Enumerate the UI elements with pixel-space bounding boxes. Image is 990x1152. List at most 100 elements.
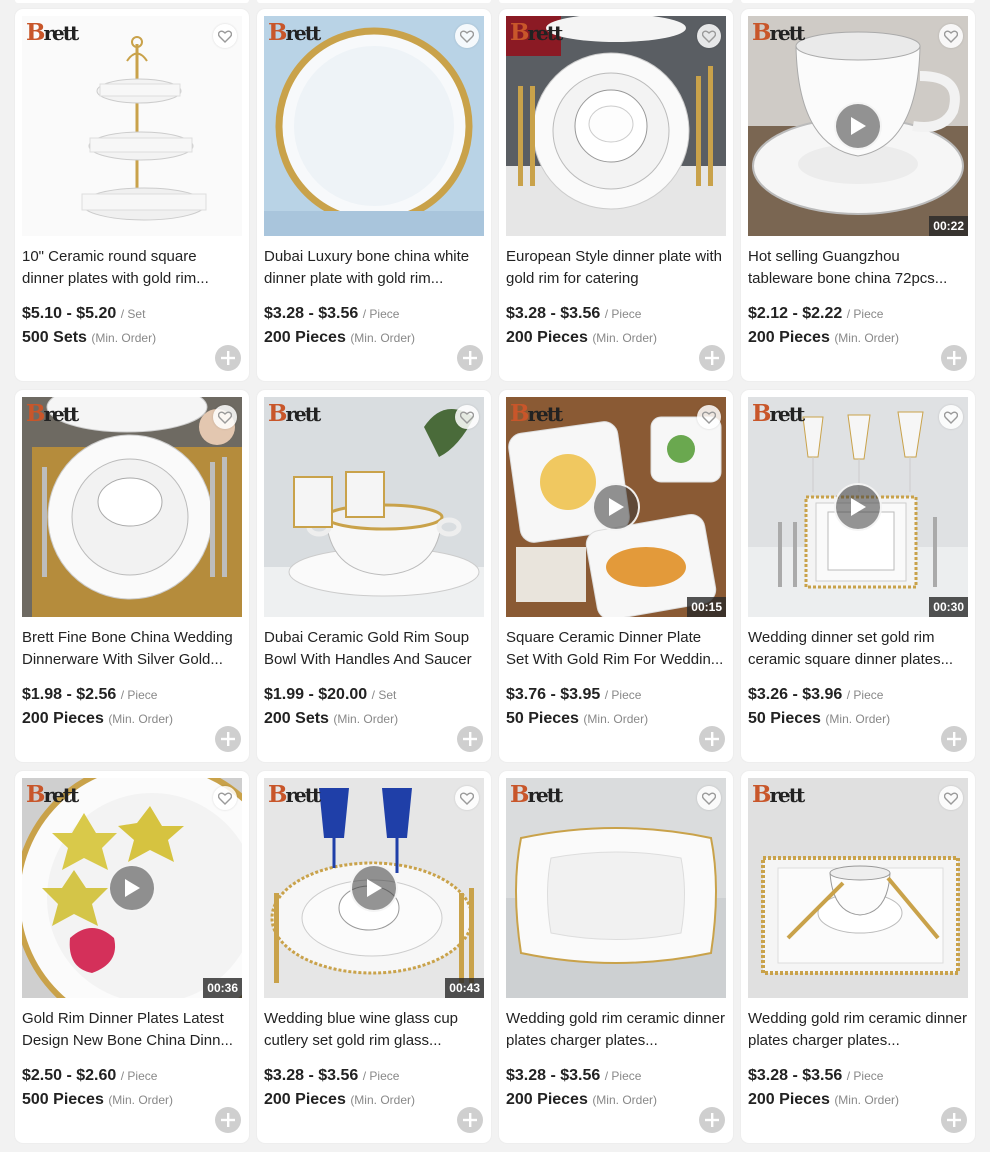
product-card[interactable]: Brett Dubai Ceramic Gold Rim Soup Bowl W… xyxy=(257,390,491,762)
brand-logo-rest: rett xyxy=(285,21,321,45)
brand-logo-rest: rett xyxy=(769,21,805,45)
price-row: $3.28 - $3.56 / Piece xyxy=(264,1067,399,1085)
add-to-compare-plus-icon[interactable] xyxy=(215,1107,241,1133)
product-card[interactable]: Brett 00:43 Wedding blue wine glass cup … xyxy=(257,771,491,1143)
product-card[interactable]: Brett 00:22 Hot selling Guangzhou tablew… xyxy=(741,9,975,381)
favorite-heart-icon[interactable] xyxy=(213,24,237,48)
product-card[interactable]: Brett 10" Ceramic round square dinner pl… xyxy=(15,9,249,381)
favorite-heart-icon[interactable] xyxy=(697,786,721,810)
price-unit: / Set xyxy=(120,307,146,321)
product-image[interactable]: Brett 00:43 xyxy=(264,778,484,998)
product-card[interactable]: Brett Wedding gold rim ceramic dinner pl… xyxy=(741,771,975,1143)
brand-logo-initial: B xyxy=(510,400,530,427)
product-image[interactable]: Brett xyxy=(506,778,726,998)
play-video-icon[interactable] xyxy=(108,864,156,912)
product-card[interactable]: Brett Wedding gold rim ceramic dinner pl… xyxy=(499,771,733,1143)
min-order-row: 200 Pieces (Min. Order) xyxy=(264,1091,415,1109)
add-to-compare-plus-icon[interactable] xyxy=(457,345,483,371)
product-card[interactable]: Brett European Style dinner plate with g… xyxy=(499,9,733,381)
min-order-quantity: 200 Pieces xyxy=(506,329,588,346)
add-to-compare-plus-icon[interactable] xyxy=(457,726,483,752)
favorite-heart-icon[interactable] xyxy=(939,24,963,48)
product-title[interactable]: European Style dinner plate with gold ri… xyxy=(506,246,726,290)
product-image[interactable]: Brett 00:22 xyxy=(748,16,968,236)
product-title[interactable]: Wedding dinner set gold rim ceramic squa… xyxy=(748,627,968,671)
product-title[interactable]: Gold Rim Dinner Plates Latest Design New… xyxy=(22,1008,242,1052)
add-to-compare-plus-icon[interactable] xyxy=(215,345,241,371)
add-to-compare-plus-icon[interactable] xyxy=(941,726,967,752)
brand-logo-initial: B xyxy=(268,19,288,46)
product-title[interactable]: Wedding gold rim ceramic dinner plates c… xyxy=(506,1008,726,1052)
product-card[interactable]: Brett Dubai Luxury bone china white dinn… xyxy=(257,9,491,381)
add-to-compare-plus-icon[interactable] xyxy=(699,345,725,371)
add-to-compare-plus-icon[interactable] xyxy=(699,1107,725,1133)
price-unit: / Piece xyxy=(120,688,158,702)
add-to-compare-plus-icon[interactable] xyxy=(699,726,725,752)
price-row: $1.99 - $20.00 / Set xyxy=(264,686,396,704)
price-row: $3.28 - $3.56 / Piece xyxy=(506,305,641,323)
play-video-icon[interactable] xyxy=(834,483,882,531)
price-unit: / Set xyxy=(371,688,397,702)
product-card[interactable]: Brett Brett Fine Bone China Wedding Dinn… xyxy=(15,390,249,762)
min-order-label: (Min. Order) xyxy=(333,712,399,726)
brand-logo: Brett xyxy=(26,402,79,426)
product-image[interactable]: Brett xyxy=(264,397,484,617)
brand-logo-initial: B xyxy=(26,19,46,46)
product-image[interactable]: Brett xyxy=(748,778,968,998)
play-video-icon[interactable] xyxy=(350,864,398,912)
min-order-label: (Min. Order) xyxy=(583,712,649,726)
min-order-row: 200 Pieces (Min. Order) xyxy=(264,329,415,347)
min-order-quantity: 200 Pieces xyxy=(264,1091,346,1108)
previous-row-card-edge xyxy=(15,0,249,3)
product-card[interactable]: Brett 00:36 Gold Rim Dinner Plates Lates… xyxy=(15,771,249,1143)
favorite-heart-icon[interactable] xyxy=(455,24,479,48)
product-image[interactable]: Brett xyxy=(22,397,242,617)
price-unit: / Piece xyxy=(604,1069,642,1083)
product-title[interactable]: Wedding blue wine glass cup cutlery set … xyxy=(264,1008,484,1052)
brand-logo-initial: B xyxy=(752,19,772,46)
add-to-compare-plus-icon[interactable] xyxy=(941,345,967,371)
brand-logo: Brett xyxy=(268,781,321,808)
product-title[interactable]: Brett Fine Bone China Wedding Dinnerware… xyxy=(22,627,242,671)
favorite-heart-icon[interactable] xyxy=(697,405,721,429)
video-duration: 00:15 xyxy=(687,597,726,617)
play-video-icon[interactable] xyxy=(834,102,882,150)
favorite-heart-icon[interactable] xyxy=(939,405,963,429)
favorite-heart-icon[interactable] xyxy=(213,405,237,429)
min-order-row: 500 Pieces (Min. Order) xyxy=(22,1091,173,1109)
favorite-heart-icon[interactable] xyxy=(939,786,963,810)
add-to-compare-plus-icon[interactable] xyxy=(457,1107,483,1133)
favorite-heart-icon[interactable] xyxy=(455,405,479,429)
play-video-icon[interactable] xyxy=(592,483,640,531)
brand-logo: Brett xyxy=(26,19,79,46)
price-row: $3.76 - $3.95 / Piece xyxy=(506,686,641,704)
product-title[interactable]: Hot selling Guangzhou tableware bone chi… xyxy=(748,246,968,290)
product-title[interactable]: Dubai Luxury bone china white dinner pla… xyxy=(264,246,484,290)
product-title[interactable]: Square Ceramic Dinner Plate Set With Gol… xyxy=(506,627,726,671)
product-image[interactable]: Brett 00:36 xyxy=(22,778,242,998)
favorite-heart-icon[interactable] xyxy=(455,786,479,810)
video-duration: 00:22 xyxy=(929,216,968,236)
brand-logo-initial: B xyxy=(268,781,288,808)
product-card[interactable]: Brett 00:30 Wedding dinner set gold rim … xyxy=(741,390,975,762)
add-to-compare-plus-icon[interactable] xyxy=(215,726,241,752)
brand-logo-rest: rett xyxy=(43,783,79,807)
price-range: $3.28 - $3.56 xyxy=(506,1067,601,1084)
min-order-quantity: 200 Pieces xyxy=(264,329,346,346)
brand-logo-rest: rett xyxy=(43,402,79,426)
price-range: $3.28 - $3.56 xyxy=(264,1067,359,1084)
product-title[interactable]: Dubai Ceramic Gold Rim Soup Bowl With Ha… xyxy=(264,627,484,671)
product-image[interactable]: Brett 00:15 xyxy=(506,397,726,617)
favorite-heart-icon[interactable] xyxy=(213,786,237,810)
product-title[interactable]: Wedding gold rim ceramic dinner plates c… xyxy=(748,1008,968,1052)
add-to-compare-plus-icon[interactable] xyxy=(941,1107,967,1133)
min-order-label: (Min. Order) xyxy=(834,1093,899,1107)
product-card[interactable]: Brett 00:15 Square Ceramic Dinner Plate … xyxy=(499,390,733,762)
product-image[interactable]: Brett 00:30 xyxy=(748,397,968,617)
product-image[interactable]: Brett xyxy=(22,16,242,236)
product-image[interactable]: Brett xyxy=(264,16,484,236)
product-image[interactable]: Brett xyxy=(506,16,726,236)
favorite-heart-icon[interactable] xyxy=(697,24,721,48)
product-title[interactable]: 10" Ceramic round square dinner plates w… xyxy=(22,246,242,290)
video-duration: 00:43 xyxy=(445,978,484,998)
